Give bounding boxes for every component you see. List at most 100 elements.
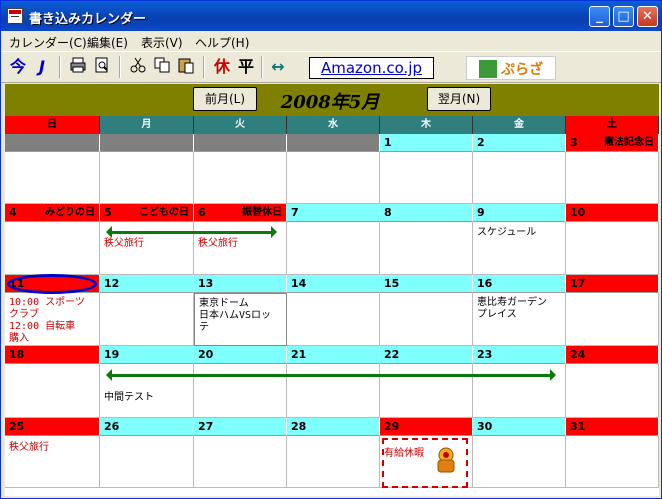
day-cell[interactable] — [380, 222, 473, 275]
day-number[interactable]: 5 こどもの日 — [100, 204, 194, 222]
day-cell[interactable]: 中間テスト — [100, 364, 194, 418]
day-number[interactable]: 14 — [287, 275, 380, 293]
day-cell[interactable] — [566, 436, 659, 488]
day-cell[interactable]: 東京ドーム 日本ハムVSロッ テ — [194, 293, 287, 346]
day-number[interactable]: 9 — [473, 204, 566, 222]
day-cell[interactable]: スケジュール — [473, 222, 566, 275]
event-note[interactable]: 恵比寿ガーデン プレイス — [477, 297, 547, 321]
today-marker — [7, 274, 97, 294]
event-note[interactable]: 秩父旅行 — [9, 442, 49, 454]
day-cell[interactable] — [287, 152, 380, 204]
event-note[interactable]: 秩父旅行 — [104, 238, 144, 250]
print-preview-icon[interactable] — [91, 56, 113, 78]
day-number[interactable]: 25 — [5, 418, 100, 436]
plaza-logo[interactable]: ぷらざ — [466, 56, 556, 80]
day-cell[interactable] — [473, 436, 566, 488]
menu-help[interactable]: ヘルプ(H) — [195, 34, 249, 51]
today-button[interactable]: 今 — [7, 56, 29, 78]
day-number[interactable]: 8 — [380, 204, 473, 222]
day-number[interactable]: 7 — [287, 204, 380, 222]
menu-calendar[interactable]: カレンダー(C) — [9, 34, 87, 51]
event-note[interactable]: 中間テスト — [104, 392, 154, 404]
empty-day[interactable] — [287, 134, 380, 152]
menu-edit[interactable]: 編集(E) — [87, 34, 128, 51]
day-cell[interactable]: 秩父旅行 — [100, 222, 194, 275]
set-holiday-button[interactable]: 休 — [211, 56, 233, 78]
day-cell[interactable] — [100, 152, 194, 204]
prev-month-button[interactable]: 前月(L) — [193, 87, 257, 111]
day-number[interactable]: 17 — [566, 275, 659, 293]
day-cell[interactable] — [566, 152, 659, 204]
day-number[interactable]: 23 — [473, 346, 566, 364]
day-number[interactable]: 4 みどりの日 — [5, 204, 100, 222]
day-cell[interactable]: 秩父旅行 — [5, 436, 100, 488]
jump-button[interactable]: J — [31, 56, 53, 78]
day-number[interactable]: 24 — [566, 346, 659, 364]
day-cell[interactable] — [287, 436, 380, 488]
title-bar[interactable]: 書き込みカレンダー _ □ ✕ — [1, 1, 661, 31]
range-arrow-icon[interactable]: ↔ — [267, 56, 289, 78]
day-number[interactable]: 6 振替休日 — [194, 204, 287, 222]
empty-day[interactable] — [194, 134, 287, 152]
day-cell[interactable]: 10:00 スポーツ クラブ 12:00 自転車 購入 — [5, 293, 100, 346]
day-number[interactable]: 30 — [473, 418, 566, 436]
day-cell[interactable] — [100, 293, 194, 346]
day-cell[interactable] — [287, 364, 380, 418]
event-note[interactable]: スケジュール — [477, 227, 536, 239]
event-note[interactable]: 秩父旅行 — [198, 238, 238, 250]
day-cell[interactable] — [100, 436, 194, 488]
day-number[interactable]: 13 — [194, 275, 287, 293]
day-number[interactable]: 16 — [473, 275, 566, 293]
minimize-button[interactable]: _ — [589, 6, 610, 27]
day-cell[interactable] — [5, 152, 100, 204]
day-number[interactable]: 15 — [380, 275, 473, 293]
cut-icon[interactable] — [127, 56, 149, 78]
day-cell[interactable] — [5, 222, 100, 275]
day-cell[interactable] — [194, 152, 287, 204]
menu-view[interactable]: 表示(V) — [141, 34, 183, 51]
day-cell[interactable] — [194, 364, 287, 418]
day-number[interactable]: 10 — [566, 204, 659, 222]
day-number[interactable]: 19 — [100, 346, 194, 364]
day-cell[interactable] — [566, 293, 659, 346]
empty-day[interactable] — [5, 134, 100, 152]
day-cell[interactable] — [287, 222, 380, 275]
day-cell[interactable] — [5, 364, 100, 418]
day-cell[interactable] — [287, 293, 380, 346]
copy-icon[interactable] — [151, 56, 173, 78]
day-number[interactable]: 20 — [194, 346, 287, 364]
day-cell[interactable] — [380, 364, 473, 418]
day-number[interactable]: 3 憲法記念日 — [566, 134, 659, 152]
day-number[interactable]: 29 — [380, 418, 473, 436]
day-cell[interactable] — [566, 222, 659, 275]
day-cell[interactable] — [380, 152, 473, 204]
day-number[interactable]: 21 — [287, 346, 380, 364]
day-number[interactable]: 22 — [380, 346, 473, 364]
maximize-button[interactable]: □ — [613, 6, 634, 27]
print-icon[interactable] — [67, 56, 89, 78]
day-number[interactable]: 18 — [5, 346, 100, 364]
day-number[interactable]: 26 — [100, 418, 194, 436]
day-cell[interactable] — [473, 152, 566, 204]
day-number-label: 4 — [9, 206, 17, 219]
set-weekday-button[interactable]: 平 — [235, 56, 257, 78]
day-cell[interactable] — [194, 436, 287, 488]
next-month-button[interactable]: 翌月(N) — [427, 87, 491, 111]
day-number[interactable]: 27 — [194, 418, 287, 436]
day-number-label: 7 — [291, 206, 299, 219]
day-cell[interactable] — [566, 364, 659, 418]
day-number[interactable]: 31 — [566, 418, 659, 436]
day-number-label: 22 — [384, 348, 400, 361]
event-note[interactable]: 10:00 スポーツ クラブ 12:00 自転車 購入 — [9, 297, 85, 345]
amazon-link[interactable]: Amazon.co.jp — [309, 57, 434, 79]
day-cell[interactable]: 恵比寿ガーデン プレイス — [473, 293, 566, 346]
day-cell[interactable] — [380, 293, 473, 346]
close-button[interactable]: ✕ — [637, 6, 658, 27]
day-number[interactable]: 2 — [473, 134, 566, 152]
day-number[interactable]: 12 — [100, 275, 194, 293]
empty-day[interactable] — [100, 134, 194, 152]
event-note[interactable]: 東京ドーム 日本ハムVSロッ テ — [199, 298, 271, 334]
day-number[interactable]: 28 — [287, 418, 380, 436]
day-number[interactable]: 1 — [380, 134, 473, 152]
paste-icon[interactable] — [175, 56, 197, 78]
